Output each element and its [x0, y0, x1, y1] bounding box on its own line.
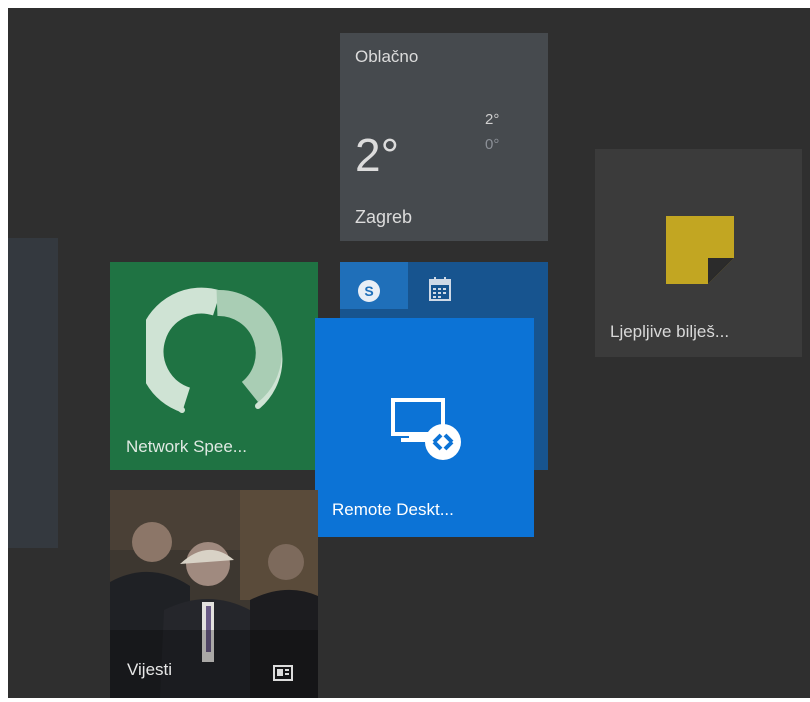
weather-high: 2° [485, 111, 500, 128]
weather-low: 0° [485, 136, 500, 153]
network-speed-tile[interactable]: Network Spee... [110, 262, 318, 470]
weather-city: Zagreb [355, 207, 413, 227]
sticky-notes-label: Ljepljive bilješ... [610, 322, 730, 341]
calendar-icon [429, 277, 451, 301]
remote-desktop-label: Remote Deskt... [332, 500, 454, 519]
news-label: Vijesti [127, 660, 173, 679]
remote-desktop-tile[interactable]: Remote Deskt... [315, 318, 534, 537]
weather-tile[interactable]: Oblačno 2° 2° 0° Zagreb [340, 33, 548, 241]
news-tile[interactable]: Vijesti [110, 490, 318, 698]
sticky-notes-tile[interactable]: Ljepljive bilješ... [595, 149, 802, 357]
partial-tile-edge [8, 238, 58, 548]
weather-condition: Oblačno [355, 47, 419, 66]
speedometer-gauge-icon [146, 287, 283, 413]
svg-text:S: S [364, 283, 373, 299]
sticky-note-icon [666, 216, 734, 284]
remote-desktop-icon [391, 398, 461, 460]
start-menu-tiles-area: Oblačno 2° 2° 0° Zagreb Ljepljive bilješ… [8, 8, 810, 698]
network-speed-label: Network Spee... [126, 437, 247, 456]
skype-section[interactable]: S [340, 262, 408, 309]
skype-icon: S [358, 280, 380, 302]
calendar-section[interactable] [410, 262, 548, 309]
news-badge-icon [273, 665, 293, 681]
weather-temperature: 2° [355, 129, 399, 181]
